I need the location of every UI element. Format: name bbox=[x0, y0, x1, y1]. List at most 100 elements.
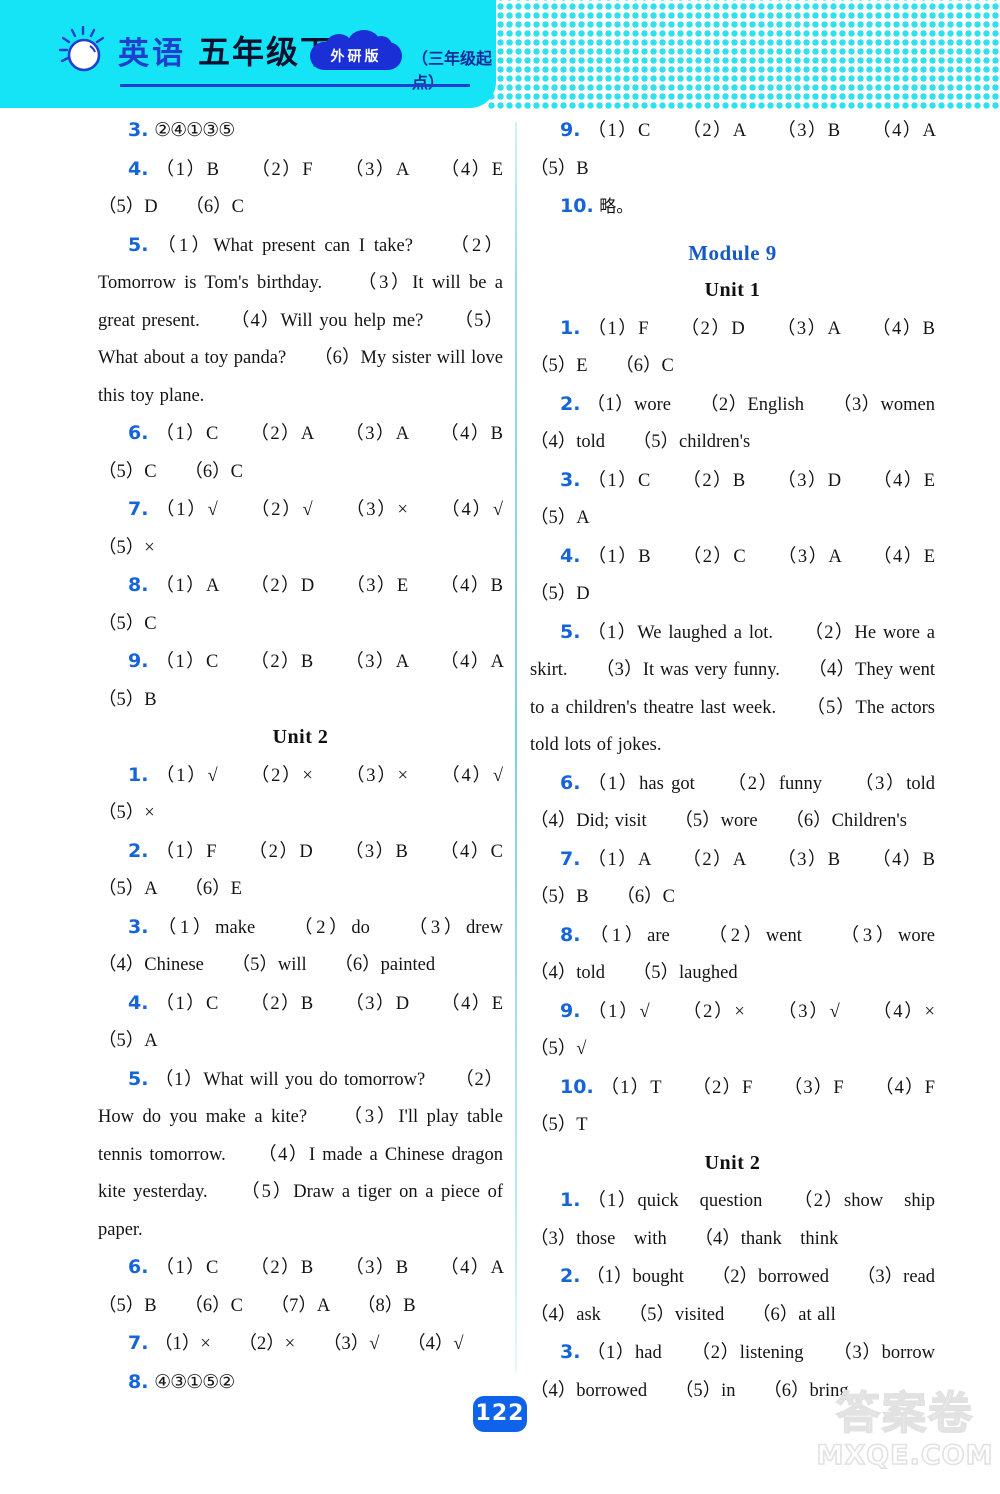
answer-item-text: （1）× （2）× （3）√ （4）√ bbox=[154, 1334, 464, 1354]
answer-item: 2. （1）F （2）D （3）B （4）C （5）A （6）E bbox=[98, 833, 540, 909]
answer-item-text: （1）make （2）do （3）drew （4）Chinese （5）will… bbox=[98, 917, 541, 976]
answer-item-text: （1）wore （2）English （3）women （4）told （5）c… bbox=[530, 394, 973, 453]
answer-item: 1. （1）quick question （2）show ship （3）tho… bbox=[530, 1182, 972, 1258]
answer-item: 6. （1）has got （2）funny （3）told （4）Did; v… bbox=[530, 765, 972, 841]
answer-item-text: （1）√ （2）× （3）× （4）√ （5）× bbox=[98, 765, 541, 824]
publisher-badge-label: 外研版 bbox=[330, 49, 382, 65]
answer-item-number: 5. bbox=[560, 620, 581, 643]
answer-item: 3. ②④①③⑤ bbox=[98, 112, 503, 151]
answer-item: 4. （1）B （2）C （3）A （4）E （5）D bbox=[530, 538, 972, 614]
column-divider bbox=[515, 122, 517, 1372]
answer-item-text: （1）√ （2）× （3）√ （4）× （5）√ bbox=[530, 1001, 973, 1060]
answer-item-text: （1）A （2）A （3）B （4）B （5）B （6）C bbox=[530, 849, 973, 908]
page-footer: 122 答案卷 MXQE.COM bbox=[0, 1382, 1000, 1494]
left-column: 3. ②④①③⑤ 4. （1）B （2）F （3）A （4）E （5）D （6）C… bbox=[98, 112, 540, 1402]
answer-item: 8. （1）A （2）D （3）E （4）B （5）C bbox=[98, 567, 540, 643]
answer-item-number: 8. bbox=[560, 923, 581, 946]
answer-item: 2. （1）wore （2）English （3）women （4）told （… bbox=[530, 386, 972, 462]
answer-item-number: 7. bbox=[128, 1332, 149, 1354]
answer-item: 6. （1）C （2）B （3）B （4）A （5）B （6）C （7）A （8… bbox=[98, 1249, 540, 1325]
page-number-badge: 122 bbox=[473, 1396, 527, 1432]
answer-item-number: 10. bbox=[560, 195, 594, 217]
answer-item-number: 6. bbox=[128, 422, 149, 444]
answer-item-number: 2. bbox=[128, 839, 149, 862]
answer-item: 4. （1）B （2）F （3）A （4）E （5）D （6）C bbox=[98, 151, 540, 227]
answer-item-number: 1. bbox=[128, 763, 149, 786]
unit-heading: Unit 2 bbox=[272, 726, 329, 748]
answer-item-text: （1）T （2）F （3）F （4）F （5）T bbox=[530, 1077, 973, 1136]
answer-item: 8. （1）are （2）went （3）wore （4）told （5）lau… bbox=[530, 917, 972, 993]
answer-item-text: （1）What present can I take? （2）Tomorrow … bbox=[98, 235, 503, 406]
answer-item-number: 6. bbox=[560, 771, 581, 794]
answer-item-text: （1）C （2）A （3）A （4）B （5）C （6）C bbox=[98, 424, 541, 482]
answer-item-number: 9. bbox=[560, 999, 581, 1022]
answer-item: 1. （1）√ （2）× （3）× （4）√ （5）× bbox=[98, 757, 540, 833]
answer-item-number: 2. bbox=[560, 1265, 581, 1287]
answer-item-text: 略。 bbox=[599, 197, 634, 217]
watermark-cn: 答案卷 bbox=[835, 1387, 974, 1440]
answer-item-number: 9. bbox=[128, 650, 149, 672]
answer-item-number: 7. bbox=[560, 847, 581, 870]
unit-heading: Unit 1 bbox=[704, 279, 761, 301]
answer-item-text: （1）C （2）B （3）B （4）A （5）B （6）C （7）A （8）B bbox=[98, 1258, 541, 1316]
answer-item-number: 1. bbox=[560, 1189, 581, 1211]
answer-item-text: （1）F （2）D （3）B （4）C （5）A （6）E bbox=[98, 841, 541, 900]
answer-item: 3. （1）make （2）do （3）drew （4）Chinese （5）w… bbox=[98, 909, 540, 985]
answer-item-number: 5. bbox=[128, 233, 149, 256]
answer-item-number: 1. bbox=[560, 316, 581, 339]
answer-item-text: （1）B （2）F （3）A （4）E （5）D （6）C bbox=[98, 159, 541, 218]
answer-item: 7. （1）√ （2）√ （3）× （4）√ （5）× bbox=[98, 491, 540, 567]
header-dot-pattern bbox=[487, 0, 1000, 110]
answer-item-number: 3. bbox=[128, 119, 149, 141]
page-content: 3. ②④①③⑤ 4. （1）B （2）F （3）A （4）E （5）D （6）C… bbox=[0, 112, 1000, 1401]
module-heading: Module 9 bbox=[688, 240, 777, 265]
answer-item-number: 4. bbox=[128, 157, 149, 180]
answer-item: 7. （1）A （2）A （3）B （4）B （5）B （6）C bbox=[530, 841, 972, 917]
publisher-cloud-badge: 外研版 bbox=[310, 30, 402, 70]
answer-item-text: （1）We laughed a lot. （2）He wore a skirt.… bbox=[530, 622, 935, 756]
answer-item-text: （1）quick question （2）show ship （3）those … bbox=[530, 1191, 973, 1249]
page-header: 英语 五年级下 外研版 （三年级起点） bbox=[0, 0, 1000, 112]
header-underline bbox=[120, 84, 470, 87]
answer-item: 9. （1）C （2）A （3）B （4）A （5）B bbox=[530, 112, 972, 188]
answer-item: 9. （1）√ （2）× （3）√ （4）× （5）√ bbox=[530, 993, 972, 1069]
watermark: 答案卷 MXQE.COM bbox=[815, 1387, 995, 1472]
answer-item-number: 9. bbox=[560, 119, 581, 141]
answer-item: 10. 略。 bbox=[530, 188, 935, 227]
answer-item-text: （1）C （2）B （3）A （4）A （5）B bbox=[98, 652, 541, 710]
answer-item-number: 8. bbox=[128, 574, 149, 596]
answer-item-number: 7. bbox=[128, 498, 149, 520]
answer-item-text: （1）√ （2）√ （3）× （4）√ （5）× bbox=[98, 500, 541, 558]
answer-item-text: （1）C （2）B （3）D （4）E （5）A bbox=[98, 993, 541, 1052]
answer-item: 5. （1）We laughed a lot. （2）He wore a ski… bbox=[530, 614, 935, 765]
answer-item: 5. （1）What will you do tomorrow? （2）How … bbox=[98, 1061, 503, 1250]
header-subject: 英语 bbox=[118, 36, 186, 72]
answer-item-text: （1）has got （2）funny （3）told （4）Did; visi… bbox=[530, 773, 973, 832]
sun-icon bbox=[58, 26, 105, 72]
answer-item: 9. （1）C （2）B （3）A （4）A （5）B bbox=[98, 643, 540, 719]
unit-heading: Unit 2 bbox=[704, 1151, 761, 1174]
answer-item-number: 2. bbox=[560, 392, 581, 415]
answer-item-text: （1）C （2）B （3）D （4）E （5）A bbox=[530, 470, 973, 529]
answer-item-number: 5. bbox=[128, 1067, 149, 1090]
answer-item-number: 4. bbox=[560, 544, 581, 567]
answer-item-number: 4. bbox=[128, 991, 149, 1014]
answer-item-text: （1）F （2）D （3）A （4）B （5）E （6）C bbox=[530, 318, 973, 377]
answer-item-text: （1）A （2）D （3）E （4）B （5）C bbox=[98, 576, 541, 634]
answer-item-text: （1）bought （2）borrowed （3）read （4）ask （5）… bbox=[530, 1267, 973, 1325]
answer-item-number: 6. bbox=[128, 1256, 149, 1278]
answer-item-number: 3. bbox=[128, 915, 149, 938]
answer-item-text: （1）are （2）went （3）wore （4）told （5）laughe… bbox=[530, 925, 973, 984]
answer-item-number: 3. bbox=[560, 1341, 581, 1363]
answer-item: 3. （1）C （2）B （3）D （4）E （5）A bbox=[530, 462, 972, 538]
answer-item: 6. （1）C （2）A （3）A （4）B （5）C （6）C bbox=[98, 415, 540, 491]
answer-item: 10. （1）T （2）F （3）F （4）F （5）T bbox=[530, 1069, 972, 1145]
answer-item-number: 3. bbox=[560, 468, 581, 491]
watermark-en: MXQE.COM bbox=[816, 1439, 994, 1472]
answer-item-text: （1）C （2）A （3）B （4）A （5）B bbox=[530, 121, 973, 179]
answer-item-text: （1）B （2）C （3）A （4）E （5）D bbox=[530, 546, 973, 605]
answer-item-text: （1）What will you do tomorrow? （2）How do … bbox=[98, 1069, 504, 1240]
answer-item: 5. （1）What present can I take? （2）Tomorr… bbox=[98, 227, 503, 416]
answer-item: 1. （1）F （2）D （3）A （4）B （5）E （6）C bbox=[530, 310, 972, 386]
answer-item: 4. （1）C （2）B （3）D （4）E （5）A bbox=[98, 985, 540, 1061]
